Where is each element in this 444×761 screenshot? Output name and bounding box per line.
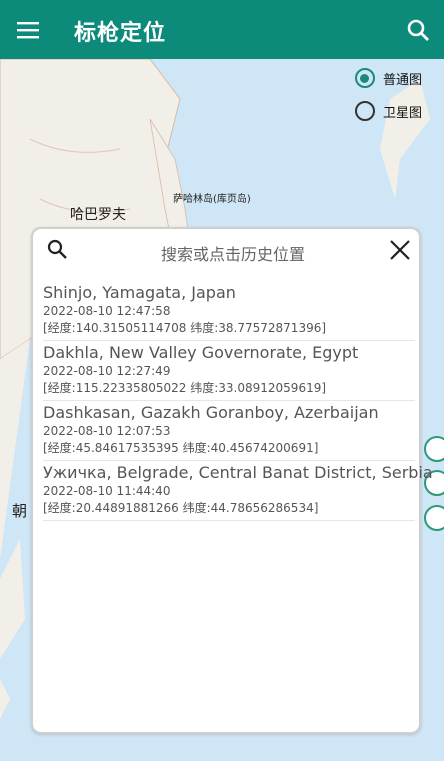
history-item-time: 2022-08-10 12:27:49 bbox=[43, 364, 171, 378]
history-list: Shinjo, Yamagata, Japan 2022-08-10 12:47… bbox=[43, 281, 433, 521]
history-item-time: 2022-08-10 12:07:53 bbox=[43, 424, 171, 438]
history-item-coord: [经度:45.84617535395 纬度:40.45674200691] bbox=[43, 441, 319, 455]
map-label-sakhalin: 萨哈林岛(库页岛) bbox=[173, 194, 251, 205]
map-control-button[interactable] bbox=[424, 436, 444, 462]
radio-unselected-icon bbox=[354, 101, 375, 121]
history-item-name: Dashkasan, Gazakh Goranboy, Azerbaijan bbox=[43, 403, 379, 422]
search-history-dialog: 搜索或点击历史位置 Shinjo, Yamagata, Japan 2022-0… bbox=[31, 227, 433, 734]
history-item[interactable]: Shinjo, Yamagata, Japan 2022-08-10 12:47… bbox=[43, 281, 415, 341]
history-item[interactable]: Dakhla, New Valley Governorate, Egypt 20… bbox=[43, 341, 415, 401]
radio-standard-label: 普通图 bbox=[382, 72, 422, 88]
app-bar: 标枪定位 bbox=[0, 0, 444, 59]
history-item-coord: [经度:115.22335805022 纬度:33.08912059619] bbox=[43, 381, 327, 395]
radio-selected-icon bbox=[354, 68, 375, 88]
radio-satellite-label: 卫星图 bbox=[382, 105, 422, 121]
history-item-time: 2022-08-10 12:47:58 bbox=[43, 304, 171, 318]
history-item-coord: [经度:140.31505114708 纬度:38.77572871396] bbox=[43, 321, 327, 335]
history-item[interactable]: Dashkasan, Gazakh Goranboy, Azerbaijan 2… bbox=[43, 401, 415, 461]
history-item-time: 2022-08-10 11:44:40 bbox=[43, 484, 171, 498]
history-item-name: Ужичка, Belgrade, Central Banat District… bbox=[43, 463, 433, 482]
menu-icon[interactable] bbox=[12, 14, 44, 46]
history-item-coord: [经度:20.44891881266 纬度:44.78656286534] bbox=[43, 501, 319, 515]
close-icon[interactable] bbox=[389, 239, 411, 261]
radio-satellite-map[interactable]: 卫星图 bbox=[354, 101, 422, 121]
map-label-khabarovsk: 哈巴罗夫 bbox=[70, 207, 126, 223]
search-icon[interactable] bbox=[402, 14, 434, 46]
radio-standard-map[interactable]: 普通图 bbox=[354, 68, 422, 88]
app-title: 标枪定位 bbox=[74, 21, 167, 46]
history-item-name: Dakhla, New Valley Governorate, Egypt bbox=[43, 343, 359, 362]
search-input[interactable]: 搜索或点击历史位置 bbox=[103, 241, 363, 265]
map-control-button[interactable] bbox=[424, 505, 444, 531]
search-icon[interactable] bbox=[47, 239, 69, 261]
history-item-name: Shinjo, Yamagata, Japan bbox=[43, 283, 236, 302]
history-item[interactable]: Ужичка, Belgrade, Central Banat District… bbox=[43, 461, 433, 521]
map-label-korea: 朝 bbox=[12, 502, 28, 520]
map-type-selector: 普通图 卫星图 bbox=[354, 68, 422, 134]
